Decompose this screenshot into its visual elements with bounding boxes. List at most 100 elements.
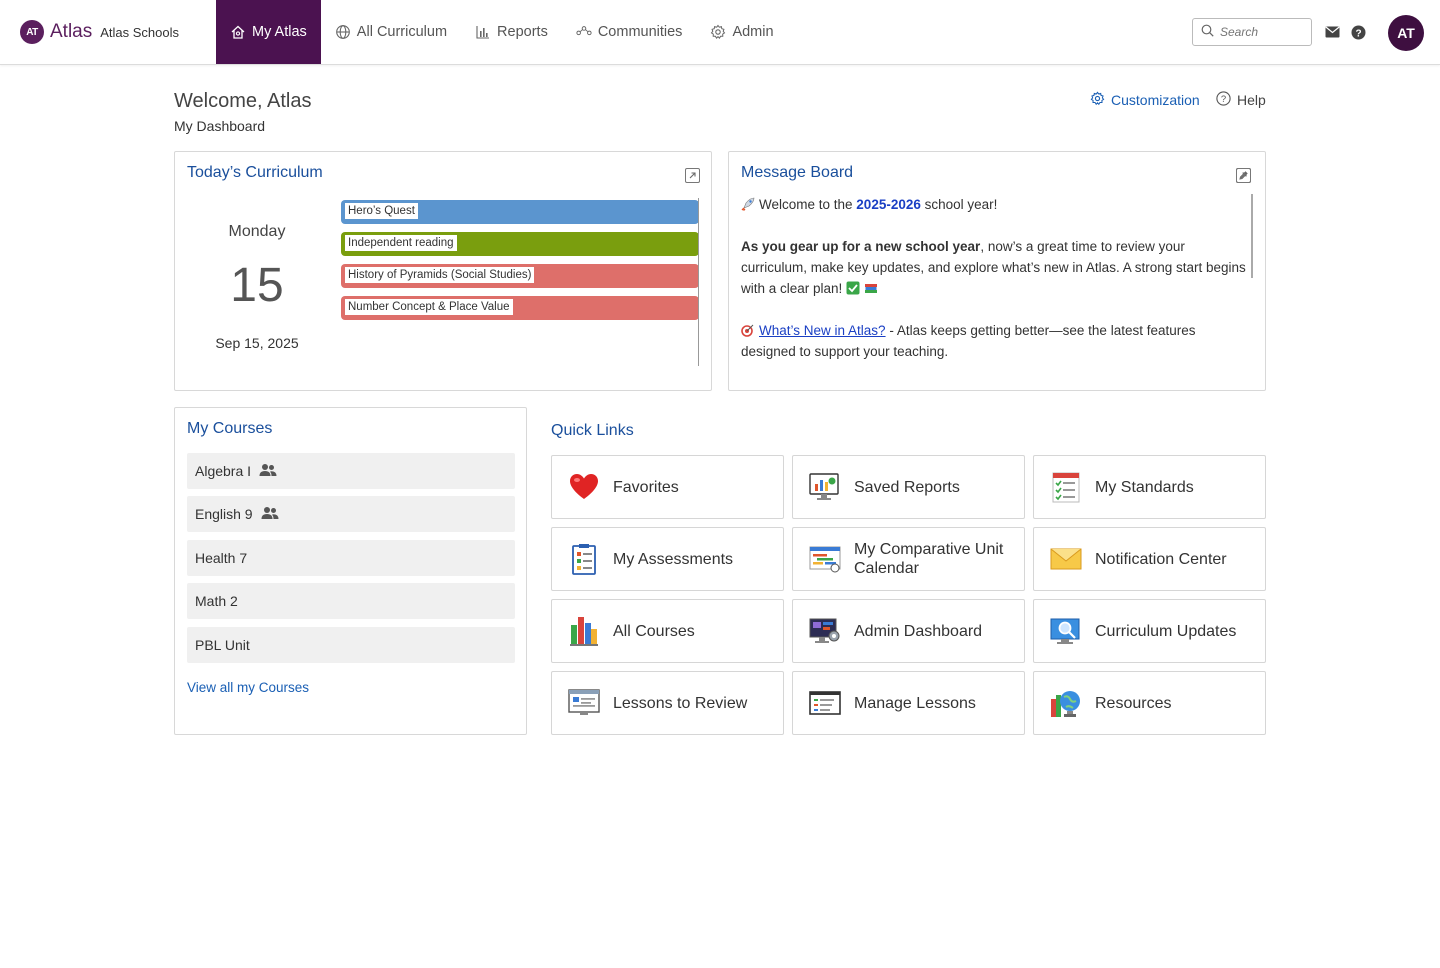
lesson-label: History of Pyramids (Social Studies) [345,267,535,283]
view-all-courses-link[interactable]: View all my Courses [187,680,309,695]
quick-link-label: All Courses [613,622,695,640]
rocket-icon [741,196,755,211]
search-icon [1201,24,1214,40]
nav-item-my-atlas[interactable]: My Atlas [216,0,321,64]
lesson-bar[interactable]: Independent reading [341,232,699,256]
quick-link-my-standards[interactable]: My Standards [1033,455,1266,519]
quick-link-label: My Standards [1095,478,1194,496]
nav-label: Reports [497,24,548,40]
lesson-label: Independent reading [345,235,457,251]
course-item-algebra-i[interactable]: Algebra I [187,453,515,489]
scrollbar[interactable] [698,198,699,366]
full-date: Sep 15, 2025 [215,335,299,351]
expand-icon[interactable] [685,168,700,183]
brand-name: Atlas [50,21,93,42]
saved-reports-icon [809,471,841,503]
quick-link-resources[interactable]: Resources [1033,671,1266,735]
lesson-list: Hero’s Quest Independent reading History… [341,200,699,328]
nav-label: Admin [732,24,774,40]
lesson-bar[interactable]: Number Concept & Place Value [341,296,699,320]
lesson-label: Hero’s Quest [345,203,418,219]
nav-label: My Atlas [252,24,307,40]
lesson-label: Number Concept & Place Value [345,299,513,315]
nav-item-communities[interactable]: Communities [562,0,697,64]
help-link[interactable]: ? Help [1216,91,1266,109]
course-label: Health 7 [195,550,248,566]
svg-text:?: ? [1355,28,1361,39]
school-year: 2025-2026 [856,197,921,212]
day-name: Monday [228,223,286,240]
page-subtitle: My Dashboard [174,118,266,134]
quick-link-comparative-unit-calendar[interactable]: My Comparative Unit Calendar [792,527,1025,591]
lesson-screen-icon [568,687,600,719]
customization-link[interactable]: Customization [1090,91,1200,109]
course-item-health-7[interactable]: Health 7 [187,540,515,576]
course-label: Algebra I [195,463,252,479]
nav-label: All Curriculum [356,24,448,40]
magnifier-monitor-icon [1050,615,1082,647]
calendar-chart-icon [809,543,841,575]
quick-link-label: My Assessments [613,550,734,568]
globe-resources-icon [1050,687,1082,719]
quick-link-lessons-to-review[interactable]: Lessons to Review [551,671,784,735]
quick-link-notification-center[interactable]: Notification Center [1033,527,1266,591]
question-circle-icon: ? [1216,91,1237,109]
course-item-english-9[interactable]: English 9 [187,496,515,532]
nav-item-reports[interactable]: Reports [461,0,562,64]
page-title: Welcome, Atlas [174,90,312,112]
quick-link-curriculum-updates[interactable]: Curriculum Updates [1033,599,1266,663]
brand[interactable]: AT Atlas Atlas Schools [20,20,179,44]
home-icon [230,24,246,40]
avatar[interactable]: AT [1388,15,1424,51]
quick-link-my-assessments[interactable]: My Assessments [551,527,784,591]
search-box[interactable] [1192,18,1312,46]
panel-title: Today’s Curriculum [187,164,323,181]
quick-link-saved-reports[interactable]: Saved Reports [792,455,1025,519]
quick-link-admin-dashboard[interactable]: Admin Dashboard [792,599,1025,663]
course-label: English 9 [195,506,253,522]
help-icon[interactable]: ? [1351,25,1366,40]
lesson-bar[interactable]: Hero’s Quest [341,200,699,224]
main-nav: My Atlas All Curriculum Reports Communit… [216,0,788,64]
message-board-panel: Message Board Welcome to the 2025-2026 s… [728,151,1266,391]
gear-icon [710,24,726,40]
whats-new-link[interactable]: What’s New in Atlas? [759,323,886,338]
search-input[interactable] [1220,25,1300,39]
admin-monitor-icon [809,615,841,647]
globe-icon [335,24,351,40]
my-courses-panel: My Courses Algebra I English 9 Health 7 … [174,407,527,735]
top-navigation-bar: AT Atlas Atlas Schools My Atlas All Curr… [0,0,1440,65]
quick-link-all-courses[interactable]: All Courses [551,599,784,663]
expand-icon[interactable] [1236,168,1251,183]
bar-chart-icon [475,24,491,40]
check-mark-icon [846,280,860,295]
nav-label: Communities [597,24,683,40]
quick-link-label: My Comparative Unit Calendar [854,541,1004,577]
shared-users-icon [261,506,279,523]
nav-item-all-curriculum[interactable]: All Curriculum [321,0,461,64]
standards-checklist-icon [1050,471,1082,503]
course-item-pbl-unit[interactable]: PBL Unit [187,627,515,663]
quick-link-favorites[interactable]: Favorites [551,455,784,519]
quick-link-label: Admin Dashboard [854,622,983,640]
lesson-bar[interactable]: History of Pyramids (Social Studies) [341,264,699,288]
scrollbar[interactable] [1251,194,1253,278]
manage-lessons-icon [809,687,841,719]
atlas-logo-icon: AT [20,20,44,44]
quick-link-manage-lessons[interactable]: Manage Lessons [792,671,1025,735]
quick-links-title: Quick Links [551,422,634,439]
welcome-post: school year! [920,197,998,212]
school-name: Atlas Schools [100,24,180,40]
course-item-math-2[interactable]: Math 2 [187,583,515,619]
gear-icon [1090,91,1111,109]
assessment-clipboard-icon [568,543,600,575]
mail-icon[interactable] [1325,25,1340,39]
shared-users-icon [259,463,277,480]
network-icon [576,24,592,40]
welcome-pre: Welcome to the [759,197,857,212]
panel-title: Message Board [741,164,854,181]
nav-item-admin[interactable]: Admin [696,0,787,64]
customization-label: Customization [1111,92,1200,108]
quick-link-label: Lessons to Review [613,694,748,712]
help-label: Help [1237,92,1266,108]
